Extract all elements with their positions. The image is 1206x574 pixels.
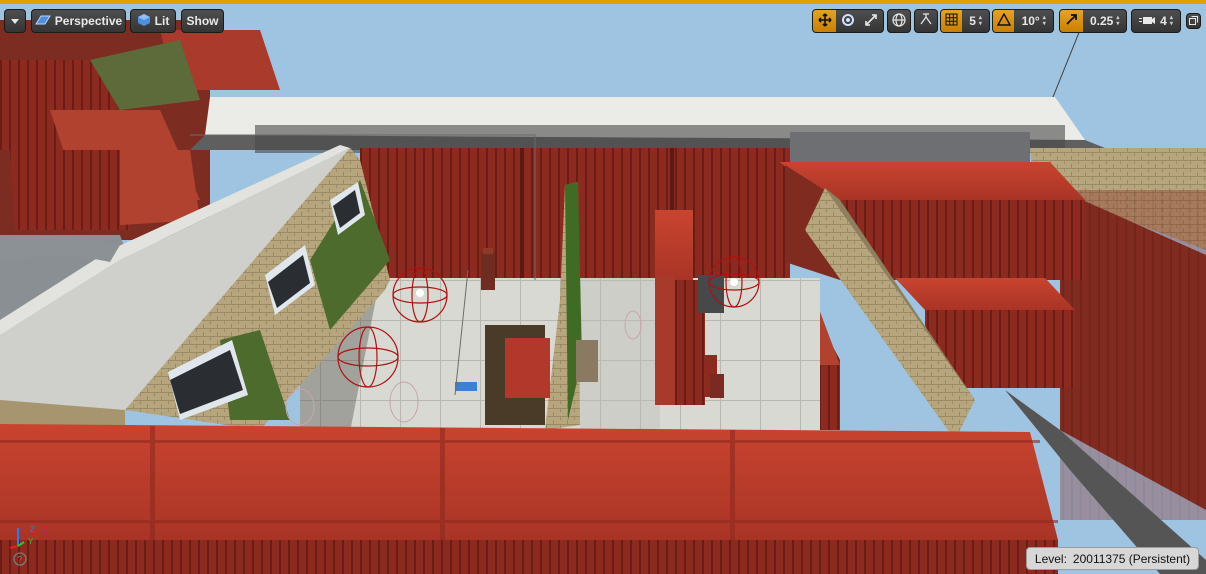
rotate-tool-button[interactable] [836, 10, 859, 32]
rotation-snap-group: 10° ▴ ▾ [992, 9, 1054, 33]
move-icon [818, 12, 832, 30]
surface-snap-icon [919, 12, 933, 30]
camera-speed-dropdown[interactable]: 4 ▴ ▾ [1132, 10, 1180, 32]
scale-tool-button[interactable] [860, 10, 883, 32]
scale-snap-value: 0.25 [1089, 14, 1114, 28]
grid-snap-toggle[interactable] [941, 10, 963, 32]
show-button[interactable]: Show [181, 9, 224, 33]
help-icon: ? [17, 555, 22, 565]
perspective-icon [34, 14, 51, 29]
viewport-active-border [0, 0, 1206, 4]
level-label: Level: [1034, 551, 1067, 566]
view-mode-button[interactable]: Lit [130, 9, 176, 33]
maximize-viewport-button[interactable] [1186, 13, 1201, 29]
scale-snap-dropdown[interactable]: 0.25 ▴ ▾ [1083, 10, 1126, 32]
axis-gizmo: Y Z ? [6, 522, 42, 568]
rotate-icon [841, 13, 855, 30]
perspective-label: Perspective [54, 14, 123, 28]
camera-speed-icon [1139, 14, 1156, 29]
transform-tools-group [812, 9, 884, 33]
rotation-snap-toggle[interactable] [993, 10, 1015, 32]
surface-snap-button[interactable] [914, 9, 938, 33]
lit-cube-icon [137, 13, 151, 30]
rotation-snap-dropdown[interactable]: 10° ▴ ▾ [1014, 10, 1053, 32]
scale-icon [864, 13, 878, 30]
grid-size-value: 5 [969, 14, 976, 28]
camera-speed-group: 4 ▴ ▾ [1131, 9, 1181, 33]
chevron-down-icon: ▴ ▾ [978, 15, 982, 27]
maximize-icon [1189, 14, 1198, 28]
axis-z-label: Z [30, 525, 35, 534]
scale-snap-toggle[interactable] [1060, 10, 1084, 32]
grid-icon [945, 13, 958, 29]
chevron-down-icon: ▴ ▾ [1116, 15, 1120, 27]
rotation-snap-value: 10° [1021, 14, 1040, 28]
show-label: Show [186, 14, 219, 28]
perspective-button[interactable]: Perspective [31, 9, 126, 33]
translate-tool-button[interactable] [813, 10, 837, 32]
chevron-down-icon: ▴ ▾ [1169, 15, 1173, 27]
chevron-down-icon: ▴ ▾ [1042, 15, 1046, 27]
viewport-options-button[interactable] [4, 9, 26, 33]
scene-render[interactable] [0, 0, 1206, 574]
level-status-badge: Level: 20011375 (Persistent) [1026, 547, 1199, 570]
grid-size-dropdown[interactable]: 5 ▴ ▾ [962, 10, 989, 32]
globe-icon [892, 12, 906, 30]
scale-snap-group: 0.25 ▴ ▾ [1059, 9, 1127, 33]
chevron-down-icon [10, 14, 20, 28]
grid-snap-group: 5 ▴ ▾ [940, 9, 990, 33]
axis-y-label: Y [28, 537, 34, 546]
lit-label: Lit [154, 14, 170, 28]
camera-speed-value: 4 [1160, 14, 1167, 28]
viewport[interactable]: Perspective Lit Show 5 ▴ ▾ 10° ▴ ▾ 0.25 … [0, 0, 1206, 574]
level-value: 20011375 (Persistent) [1072, 551, 1191, 566]
scale-snap-icon [1065, 13, 1078, 29]
angle-icon [996, 12, 1011, 29]
world-local-toggle[interactable] [887, 9, 911, 33]
